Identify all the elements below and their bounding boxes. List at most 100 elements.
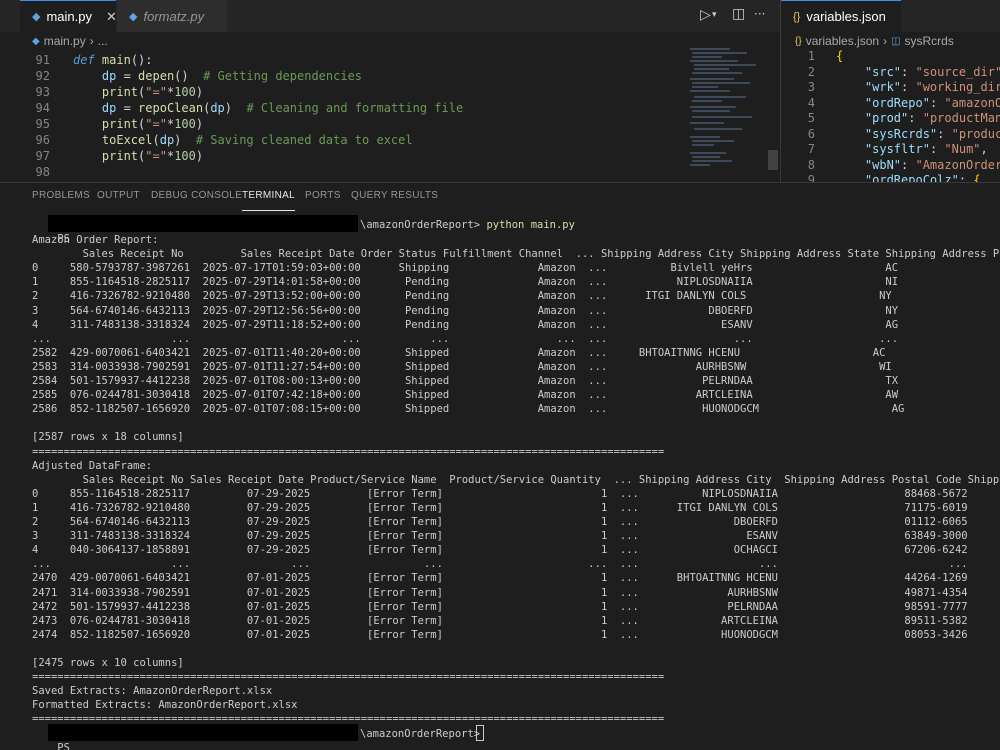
code-editor-right[interactable]: 1{2 "src": "source_dir",3 "wrk": "workin… — [781, 48, 1000, 182]
token: "Num" — [944, 142, 981, 156]
terminal-line: 2583 314-0033938-7902591 2025-07-01T11:2… — [32, 360, 1000, 373]
minimap-left[interactable] — [686, 44, 768, 180]
breadcrumb-rest[interactable]: sysRcrds — [905, 34, 954, 48]
code-line[interactable]: 95 print("="*100) — [0, 116, 685, 132]
code-line[interactable]: 93 print("="*100) — [0, 84, 685, 100]
token: "=" — [145, 85, 167, 99]
token: repoClean — [138, 101, 204, 115]
code-text: dp = repoClean(dp) # Cleaning and format… — [73, 100, 463, 116]
token: "sysfltr" — [864, 142, 930, 156]
code-line[interactable]: 2 "src": "source_dir", — [781, 64, 1000, 80]
terminal-line: 2470 429-0070061-6403421 07-01-2025 [Err… — [32, 572, 968, 585]
tab-label: formatz.py — [143, 8, 205, 24]
scrollbar-thumb[interactable] — [768, 150, 778, 170]
split-editor-icon[interactable]: ◫ — [732, 6, 745, 22]
code-text: "ordRepoColz": { — [836, 172, 981, 182]
token: , — [980, 142, 988, 156]
code-line[interactable]: 94 dp = repoClean(dp) # Cleaning and for… — [0, 100, 685, 116]
chevron-down-icon[interactable]: ▾ — [712, 10, 717, 20]
tab-formatz-py[interactable]: ◆ formatz.py — [117, 0, 227, 32]
tab-terminal[interactable]: TERMINAL — [242, 190, 295, 211]
terminal-command: python main.py — [486, 219, 575, 231]
code-line[interactable]: 91 def main(): — [0, 52, 685, 68]
token: : — [901, 157, 916, 172]
tab-variables-json[interactable]: {} variables.json — [781, 0, 901, 32]
token: : — [929, 95, 945, 110]
line-number: 94 — [35, 101, 50, 115]
terminal-line: 0 855-1164518-2825117 07-29-2025 [Error … — [32, 487, 968, 500]
terminal-command-line: \amazonOrderReport> python main.py — [360, 218, 575, 232]
code-line[interactable]: 3 "wrk": "working_dir", — [781, 79, 1000, 95]
token: ) — [195, 117, 204, 131]
code-text: "sysRcrds": "productSa — [836, 126, 1000, 142]
breadcrumb-file[interactable]: variables.json — [806, 34, 879, 48]
breadcrumb-file[interactable]: main.py — [44, 34, 86, 48]
code-line[interactable]: 8 "wbN": "AmazonOrderRep — [781, 157, 1000, 173]
terminal-line: ... ... ... ... ... ... ... ... — [32, 558, 968, 571]
code-line[interactable]: 96 toExcel(dp) # Saving cleaned data to … — [0, 132, 685, 148]
code-text: { — [836, 48, 843, 64]
terminal-line: Sales Receipt No Sales Receipt Date Orde… — [32, 248, 1000, 261]
line-number: 97 — [35, 149, 50, 163]
token: def — [73, 53, 102, 67]
tab-main-py[interactable]: ◆ main.py ✕ — [20, 0, 117, 32]
token: dp — [101, 101, 117, 115]
code-line[interactable]: 92 dp = depen() # Getting dependencies — [0, 68, 685, 84]
code-line[interactable]: 4 "ordRepo": "amazonOrde — [781, 95, 1000, 111]
terminal-line: Sales Receipt No Sales Receipt Date Prod… — [32, 473, 1000, 486]
code-line[interactable]: 6 "sysRcrds": "productSa — [781, 126, 1000, 142]
terminal-line: ========================================… — [32, 671, 665, 684]
prompt-prefix: PS — [57, 742, 70, 750]
token: "sysRcrds" — [864, 126, 938, 141]
tab-query-results[interactable]: QUERY RESULTS — [351, 190, 438, 210]
tab-ports[interactable]: PORTS — [305, 190, 341, 210]
redacted-path — [48, 724, 358, 741]
token: : — [901, 64, 916, 79]
close-icon[interactable]: ✕ — [106, 9, 117, 25]
token: # Cleaning and formatting file — [246, 101, 464, 115]
terminal[interactable]: PS \amazonOrderReport> python main.py Am… — [0, 212, 1000, 750]
token: # Getting dependencies — [203, 69, 363, 83]
token: "productManual — [922, 111, 1000, 125]
code-text: toExcel(dp) # Saving cleaned data to exc… — [73, 132, 413, 148]
token: : — [929, 142, 945, 156]
token: dp — [101, 69, 117, 83]
terminal-line: Adjusted DataFrame: — [32, 459, 153, 472]
tab-problems[interactable]: PROBLEMS — [32, 190, 90, 210]
code-text: "src": "source_dir", — [836, 64, 1000, 80]
token: { — [836, 49, 844, 63]
token: : — [937, 126, 952, 141]
breadcrumb-rest[interactable]: ... — [98, 34, 108, 48]
terminal-line: 1 855-1164518-2825117 2025-07-29T14:01:5… — [32, 276, 1000, 289]
code-editor-left[interactable]: 91 def main(): 92 dp = depen() # Getting d… — [0, 52, 685, 180]
python-file-icon: ◆ — [32, 35, 40, 47]
token: "src" — [864, 64, 902, 79]
token: ) — [224, 101, 247, 115]
more-actions-icon[interactable]: ··· — [754, 7, 765, 21]
code-line[interactable]: 98 — [0, 164, 685, 180]
terminal-line: 2584 501-1579937-4412238 2025-07-01T08:0… — [32, 375, 1000, 387]
chevron-right-icon: › — [883, 34, 888, 48]
token: "=" — [145, 117, 167, 131]
code-text: print("="*100) — [73, 84, 203, 100]
terminal-line: Formatted Extracts: AmazonOrderReport.xl… — [32, 699, 298, 712]
tab-output[interactable]: OUTPUT — [97, 190, 140, 210]
code-line[interactable]: 1{ — [781, 48, 1000, 64]
token: ) — [174, 133, 196, 147]
code-line[interactable]: 5 "prod": "productManual — [781, 110, 1000, 126]
code-line[interactable]: 7 "sysfltr": "Num", — [781, 141, 1000, 157]
code-line[interactable]: 97 print("="*100) — [0, 148, 685, 164]
code-text: "wbN": "AmazonOrderRep — [836, 157, 1000, 173]
run-icon[interactable]: ▷ — [700, 7, 711, 23]
tab-debug-console[interactable]: DEBUG CONSOLE — [151, 190, 242, 210]
terminal-line: 2473 076-0244781-3030418 07-01-2025 [Err… — [32, 614, 968, 627]
terminal-line: 4 040-3064137-1858891 07-29-2025 [Error … — [32, 544, 968, 557]
code-line[interactable]: 9 "ordRepoColz": { — [781, 172, 1000, 182]
token: { — [973, 173, 981, 182]
